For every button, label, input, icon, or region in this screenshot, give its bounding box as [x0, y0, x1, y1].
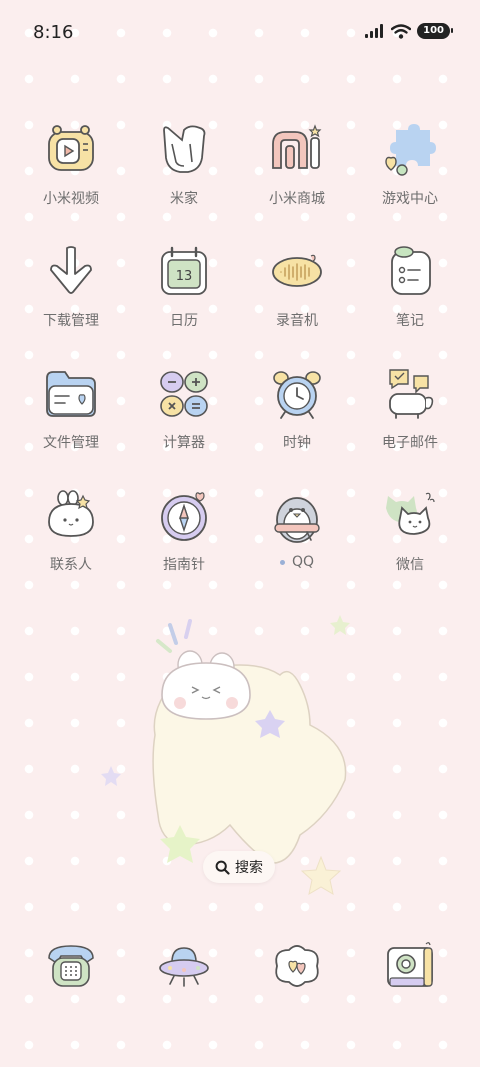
app-label-text: QQ	[291, 554, 315, 570]
dock-camera[interactable]	[355, 938, 465, 994]
app-label: 下载管理	[43, 313, 99, 329]
notes-icon	[391, 246, 431, 295]
calendar-icon: 13	[161, 246, 207, 295]
app-wechat[interactable]: 微信	[355, 488, 465, 574]
app-file-manager[interactable]: 文件管理	[16, 366, 126, 452]
qq-penguin-icon	[274, 497, 320, 543]
email-icon	[389, 369, 434, 419]
voice-recorder-icon	[272, 254, 322, 287]
sparkle-star-right	[300, 855, 342, 896]
wifi-icon	[391, 23, 412, 39]
app-label: 小米视频	[43, 191, 99, 207]
app-label: 游戏中心	[382, 191, 438, 207]
compass-icon	[161, 492, 207, 541]
app-mijia[interactable]: 米家	[129, 122, 239, 208]
dock-messages[interactable]	[242, 938, 352, 994]
app-label: 时钟	[283, 435, 311, 451]
mi-store-icon	[272, 124, 322, 169]
app-clock[interactable]: 时钟	[242, 366, 352, 452]
messages-heart-icon	[275, 945, 319, 987]
download-arrow-icon	[50, 246, 92, 294]
game-center-puzzle-icon	[385, 124, 436, 176]
calculator-icon	[160, 371, 208, 417]
app-label: 日历	[170, 313, 198, 329]
app-label: 笔记	[396, 313, 424, 329]
contacts-bunny-icon	[48, 490, 94, 537]
app-xiaomi-video[interactable]: 小米视频	[16, 122, 126, 208]
app-qq[interactable]: QQ	[242, 488, 352, 570]
app-label: 电子邮件	[382, 435, 438, 451]
app-label: 米家	[170, 191, 198, 207]
status-icons: 100	[365, 23, 453, 39]
calendar-date: 13	[176, 269, 193, 284]
app-notes[interactable]: 笔记	[355, 244, 465, 330]
ufo-browser-icon	[159, 947, 209, 987]
phone-icon	[48, 945, 94, 987]
app-compass[interactable]: 指南针	[129, 488, 239, 574]
dock-phone[interactable]	[16, 938, 126, 994]
app-label: 计算器	[163, 435, 205, 451]
app-mi-store[interactable]: 小米商城	[242, 122, 352, 208]
wechat-cats-icon	[386, 492, 435, 535]
app-download-manager[interactable]: 下载管理	[16, 244, 126, 330]
app-label: 小米商城	[269, 191, 325, 207]
app-calculator[interactable]: 计算器	[129, 366, 239, 452]
app-label: 文件管理	[43, 435, 99, 451]
search-icon	[215, 860, 230, 875]
app-contacts[interactable]: 联系人	[16, 488, 126, 574]
signal-icon	[365, 24, 384, 38]
app-label: QQ	[242, 554, 352, 570]
app-label: 指南针	[163, 557, 205, 573]
video-player-icon	[48, 125, 94, 171]
app-voice-recorder[interactable]: 录音机	[242, 244, 352, 330]
app-game-center[interactable]: 游戏中心	[355, 122, 465, 208]
search-label: 搜索	[235, 860, 263, 876]
notification-dot	[279, 559, 285, 565]
alarm-clock-icon	[273, 371, 321, 419]
mijia-icon	[163, 125, 206, 173]
app-calendar[interactable]: 13 日历	[129, 244, 239, 330]
app-label: 联系人	[50, 557, 92, 573]
bunny-star-widget[interactable]	[140, 615, 360, 885]
battery-icon: 100	[417, 23, 453, 39]
search-button[interactable]: 搜索	[203, 851, 275, 883]
app-label: 录音机	[276, 313, 318, 329]
app-label: 微信	[396, 557, 424, 573]
camera-icon	[387, 942, 433, 987]
sparkle-star-left	[101, 766, 121, 786]
status-bar: 8:16 100	[0, 0, 480, 68]
status-time: 8:16	[33, 22, 74, 43]
app-email[interactable]: 电子邮件	[355, 366, 465, 452]
folder-icon	[46, 371, 96, 417]
dock-browser[interactable]	[129, 938, 239, 994]
